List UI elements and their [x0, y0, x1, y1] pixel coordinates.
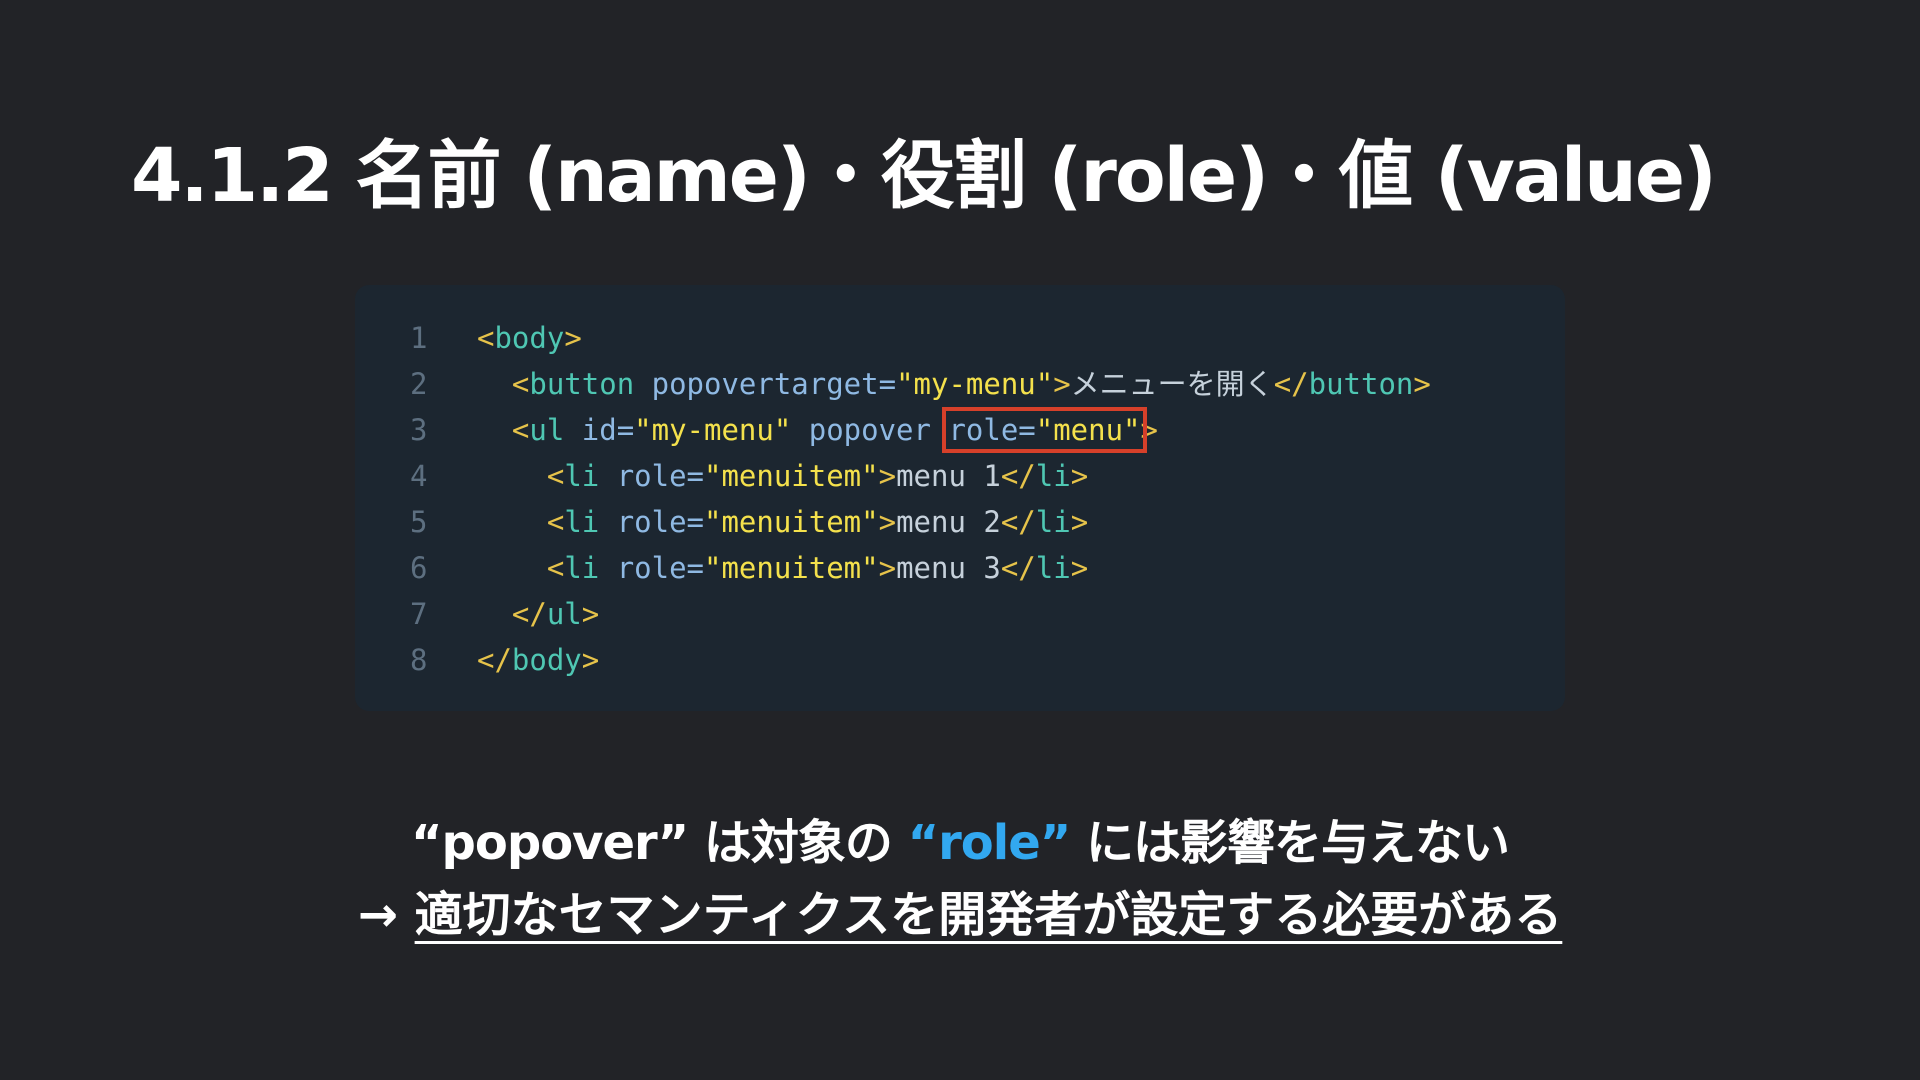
code-token: "menuitem"	[704, 505, 879, 539]
code-token: <	[546, 459, 565, 493]
code-token: >	[878, 551, 897, 585]
code-token: <	[546, 551, 565, 585]
code-token: メニューを開く	[1070, 367, 1274, 401]
caption-prefix: “popover” は対象の	[410, 815, 908, 871]
code-token: </	[511, 597, 547, 631]
code-token: role=	[948, 413, 1036, 447]
highlighted-role-attribute: role="menu"	[942, 407, 1147, 453]
line-number: 8	[410, 643, 428, 677]
line-number: 6	[410, 551, 428, 585]
code-token: "menuitem"	[704, 459, 879, 493]
code-token: menu 1	[896, 459, 1001, 493]
code-token: button	[1308, 367, 1414, 401]
code-text: <ul id="my-menu" popover role="menu">	[477, 407, 1158, 453]
code-token: >	[1070, 505, 1089, 539]
code-token: >	[1070, 551, 1089, 585]
code-token: </	[477, 643, 512, 677]
code-text: <body>	[477, 318, 582, 358]
code-token: li	[1035, 551, 1071, 585]
code-token: >	[878, 459, 897, 493]
code-token: </	[1000, 505, 1036, 539]
code-token: li	[1035, 459, 1071, 493]
code-token: </	[1000, 459, 1036, 493]
code-text: <li role="menuitem">menu 3</li>	[477, 548, 1088, 588]
caption-line-1: “popover” は対象の “role” には影響を与えない	[0, 812, 1920, 874]
code-text: </ul>	[477, 594, 599, 634]
code-text: <li role="menuitem">menu 2</li>	[477, 502, 1088, 542]
line-number: 7	[410, 597, 428, 631]
code-token: </	[1000, 551, 1036, 585]
code-token: >	[1070, 459, 1089, 493]
line-number: 5	[410, 505, 428, 539]
code-token: >	[1140, 413, 1158, 447]
code-token: popover	[791, 413, 949, 447]
code-token: </	[1273, 367, 1309, 401]
code-block: 1 <body> 2 <button popovertarget="my-menu"…	[355, 285, 1565, 711]
code-token: >	[564, 321, 582, 355]
code-token: <	[546, 505, 565, 539]
code-token: ul	[529, 413, 565, 447]
code-token: >	[1053, 367, 1071, 401]
caption-role-keyword: “role”	[907, 815, 1072, 871]
code-token: <	[477, 321, 495, 355]
arrow-icon: →	[357, 887, 415, 943]
code-text: </body>	[477, 640, 599, 680]
code-token: button	[529, 367, 635, 401]
code-token: ul	[546, 597, 582, 631]
code-token: body	[494, 321, 565, 355]
line-number: 1	[410, 321, 428, 355]
code-token: body	[511, 643, 582, 677]
code-token: >	[581, 643, 600, 677]
code-token: "my-menu"	[634, 413, 792, 447]
code-token: >	[581, 597, 600, 631]
caption-conclusion: 適切なセマンティクスを開発者が設定する必要がある	[414, 887, 1563, 943]
code-token: li	[564, 551, 600, 585]
code-token: "my-menu"	[896, 367, 1054, 401]
code-token: id=	[564, 413, 635, 447]
code-token: li	[564, 459, 600, 493]
code-token: role=	[599, 505, 704, 539]
code-token: menu 2	[896, 505, 1001, 539]
caption-suffix: には影響を与えない	[1070, 815, 1510, 871]
line-number: 4	[410, 459, 428, 493]
code-text: <li role="menuitem">menu 1</li>	[477, 456, 1088, 496]
code-token: "menu"	[1035, 413, 1141, 447]
code-token: >	[878, 505, 897, 539]
line-number: 2	[410, 367, 428, 401]
code-token: popovertarget=	[634, 367, 897, 401]
code-token: menu 3	[896, 551, 1001, 585]
code-token: li	[1035, 505, 1071, 539]
code-token: >	[1413, 367, 1431, 401]
code-token: role=	[599, 459, 704, 493]
line-number: 3	[410, 413, 428, 447]
code-token: <	[511, 413, 530, 447]
code-token: role=	[599, 551, 704, 585]
code-token: <	[511, 367, 530, 401]
code-token: "menuitem"	[704, 551, 879, 585]
slide: 4.1.2 名前 (name)・役割 (role)・値 (value) 1 <bo…	[0, 0, 1920, 1080]
slide-title: 4.1.2 名前 (name)・役割 (role)・値 (value)	[131, 133, 1717, 219]
code-token: li	[564, 505, 600, 539]
code-text: <button popovertarget="my-menu">メニューを開く<…	[477, 364, 1431, 404]
caption-line-2: → 適切なセマンティクスを開発者が設定する必要がある	[0, 884, 1920, 946]
